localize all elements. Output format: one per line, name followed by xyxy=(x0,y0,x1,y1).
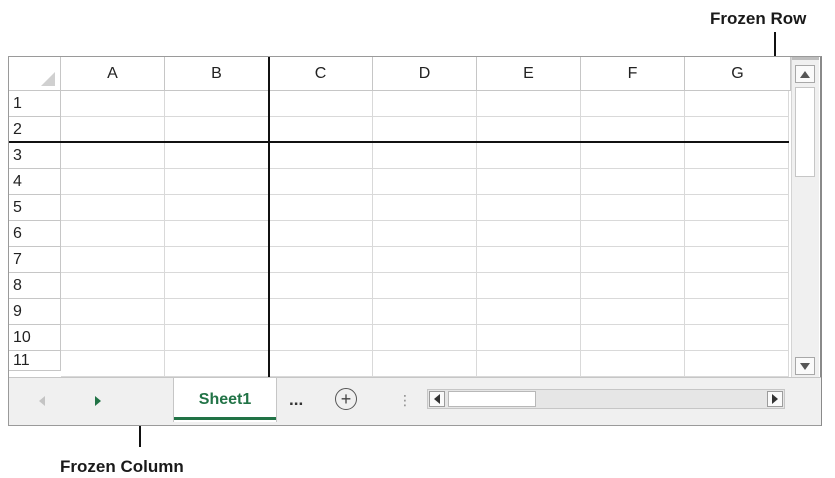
spreadsheet-window: ABCDEFG 1 2 3 4 5 6 7 8 9 10 11 Sheet1 ... + ⋮ xyxy=(8,56,822,426)
column-header-f[interactable]: F xyxy=(581,57,685,91)
row-header-1[interactable]: 1 xyxy=(9,91,61,117)
active-tab-underline xyxy=(174,417,276,420)
vertical-scrollbar[interactable] xyxy=(791,57,819,377)
add-sheet-button[interactable]: + xyxy=(335,388,357,410)
row-header-5[interactable]: 5 xyxy=(9,195,61,221)
scroll-up-button[interactable] xyxy=(795,65,815,83)
more-sheets-button[interactable]: ... xyxy=(289,390,303,410)
column-header-g[interactable]: G xyxy=(685,57,791,91)
row-header-6[interactable]: 6 xyxy=(9,221,61,247)
frozen-column-divider xyxy=(268,57,270,377)
scroll-right-button[interactable] xyxy=(767,391,783,407)
tab-split-handle-icon[interactable]: ⋮ xyxy=(398,392,412,409)
frozen-row-divider xyxy=(9,141,789,143)
scroll-down-button[interactable] xyxy=(795,357,815,375)
scroll-left-arrow-icon xyxy=(434,394,440,404)
frozen-row-annotation: Frozen Row xyxy=(710,9,807,28)
horizontal-scrollbar[interactable] xyxy=(427,389,785,409)
split-box[interactable] xyxy=(792,57,819,60)
column-header-e[interactable]: E xyxy=(477,57,581,91)
column-header-c[interactable]: C xyxy=(269,57,373,91)
vertical-scroll-thumb[interactable] xyxy=(795,87,815,177)
sheet-tab-bar: Sheet1 ... + ⋮ xyxy=(9,377,821,425)
sheet-tab-sheet1[interactable]: Sheet1 xyxy=(173,378,277,422)
scroll-up-arrow-icon xyxy=(800,70,810,78)
select-all-corner[interactable] xyxy=(9,57,61,91)
row-header-3[interactable]: 3 xyxy=(9,143,61,169)
row-header-10[interactable]: 10 xyxy=(9,325,61,351)
select-all-triangle-icon xyxy=(41,72,55,86)
horizontal-scroll-thumb[interactable] xyxy=(448,391,536,407)
column-header-d[interactable]: D xyxy=(373,57,477,91)
row-header-11[interactable]: 11 xyxy=(9,351,61,371)
previous-sheet-arrow-icon[interactable] xyxy=(39,396,45,406)
scroll-right-arrow-icon xyxy=(772,394,778,404)
add-sheet-plus-icon: + xyxy=(340,389,352,409)
row-header-9[interactable]: 9 xyxy=(9,299,61,325)
frozen-column-annotation: Frozen Column xyxy=(60,457,184,476)
next-sheet-arrow-icon[interactable] xyxy=(95,396,101,406)
column-header-b[interactable]: B xyxy=(165,57,269,91)
scroll-left-button[interactable] xyxy=(429,391,445,407)
cell-grid[interactable] xyxy=(61,91,789,377)
sheet-tab-label: Sheet1 xyxy=(198,391,252,408)
row-header-7[interactable]: 7 xyxy=(9,247,61,273)
row-header-2[interactable]: 2 xyxy=(9,117,61,143)
row-header-4[interactable]: 4 xyxy=(9,169,61,195)
row-header-8[interactable]: 8 xyxy=(9,273,61,299)
scroll-down-arrow-icon xyxy=(800,362,810,370)
column-header-a[interactable]: A xyxy=(61,57,165,91)
